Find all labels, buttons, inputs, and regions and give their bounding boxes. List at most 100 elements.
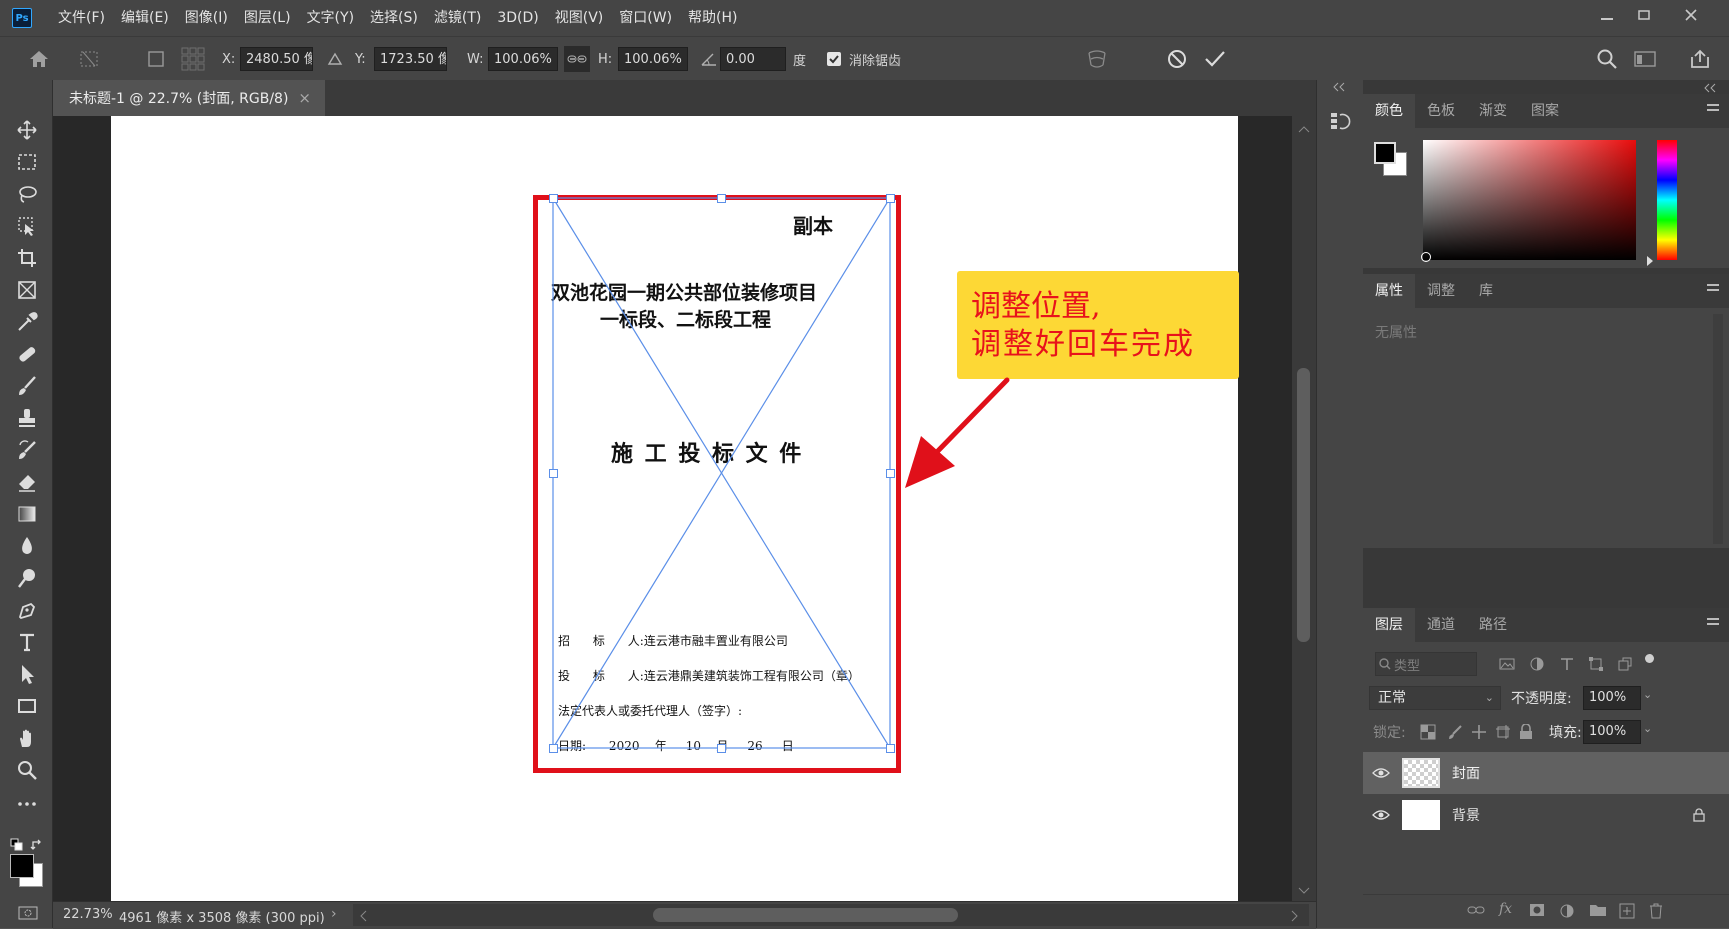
layer-name[interactable]: 背景 bbox=[1452, 805, 1480, 825]
transform-handle-bottom-right[interactable] bbox=[886, 744, 895, 753]
filter-shape-icon[interactable] bbox=[1588, 656, 1604, 676]
vertical-scroll-thumb[interactable] bbox=[1297, 368, 1310, 642]
menu-edit[interactable]: 编辑(E) bbox=[113, 0, 177, 36]
blur-tool-icon[interactable] bbox=[12, 532, 42, 560]
angle-icon[interactable] bbox=[700, 37, 718, 81]
delta-icon[interactable] bbox=[327, 37, 343, 81]
tab-gradients[interactable]: 渐变 bbox=[1467, 94, 1519, 128]
filter-adjustment-icon[interactable] bbox=[1529, 656, 1545, 676]
rectangle-tool-icon[interactable] bbox=[12, 692, 42, 720]
tab-libraries[interactable]: 库 bbox=[1467, 274, 1505, 308]
tab-color[interactable]: 颜色 bbox=[1363, 94, 1415, 128]
collapse-dock-icon[interactable] bbox=[1332, 82, 1346, 95]
cancel-transform-icon[interactable] bbox=[1166, 37, 1188, 81]
hand-tool-icon[interactable] bbox=[12, 724, 42, 752]
lock-pixels-icon[interactable] bbox=[1447, 724, 1463, 744]
y-position-input[interactable]: 1723.50 像 bbox=[374, 47, 447, 71]
scroll-up-icon[interactable] bbox=[1298, 122, 1310, 137]
history-panel-icon[interactable] bbox=[1329, 110, 1351, 136]
tab-adjustments[interactable]: 调整 bbox=[1415, 274, 1467, 308]
filter-pixel-icon[interactable] bbox=[1499, 656, 1515, 676]
x-position-input[interactable]: 2480.50 像 bbox=[240, 47, 313, 71]
hue-slider-marker-icon[interactable] bbox=[1647, 256, 1653, 266]
fill-chevron-icon[interactable]: ⌄ bbox=[1643, 722, 1652, 735]
tab-patterns[interactable]: 图案 bbox=[1519, 94, 1571, 128]
frame-tool-icon[interactable] bbox=[12, 276, 42, 304]
menu-select[interactable]: 选择(S) bbox=[362, 0, 426, 36]
foreground-color-swatch[interactable] bbox=[10, 854, 34, 878]
transform-handle-top[interactable] bbox=[717, 194, 726, 203]
transform-handle-top-left[interactable] bbox=[549, 194, 558, 203]
tab-channels[interactable]: 通道 bbox=[1415, 608, 1467, 642]
color-picker-cursor[interactable] bbox=[1421, 252, 1431, 262]
lock-transparent-icon[interactable] bbox=[1420, 724, 1436, 744]
share-icon[interactable] bbox=[1689, 37, 1711, 81]
status-info-arrow[interactable]: › bbox=[331, 906, 337, 922]
delete-layer-icon[interactable] bbox=[1649, 903, 1663, 919]
panel-menu-icon[interactable] bbox=[1707, 618, 1719, 630]
link-icon[interactable] bbox=[561, 37, 593, 81]
eyedropper-tool-icon[interactable] bbox=[12, 308, 42, 336]
menu-type[interactable]: 文字(Y) bbox=[299, 0, 362, 36]
reference-point-checkbox[interactable] bbox=[147, 37, 165, 81]
layer-lock-icon[interactable] bbox=[1693, 808, 1705, 822]
document-info[interactable]: 4961 像素 x 3508 像素 (300 ppi) bbox=[119, 907, 325, 926]
lock-artboard-icon[interactable] bbox=[1495, 724, 1511, 744]
path-selection-tool-icon[interactable] bbox=[12, 660, 42, 688]
new-layer-icon[interactable] bbox=[1619, 903, 1635, 919]
blend-mode-select[interactable]: 正常 ⌄ bbox=[1369, 686, 1501, 710]
add-mask-icon[interactable] bbox=[1529, 903, 1545, 917]
transform-mode-icon[interactable] bbox=[78, 37, 102, 81]
transform-handle-bottom[interactable] bbox=[717, 744, 726, 753]
document-canvas[interactable]: 副本 双池花园一期公共部位装修项目 一标段、二标段工程 施 工 投 标 文 件 … bbox=[111, 116, 1239, 901]
opacity-chevron-icon[interactable]: ⌄ bbox=[1643, 688, 1652, 701]
layer-thumbnail[interactable] bbox=[1402, 758, 1440, 788]
commit-transform-icon[interactable] bbox=[1203, 37, 1227, 81]
marquee-tool-icon[interactable] bbox=[12, 148, 42, 176]
height-input[interactable]: 100.06% bbox=[618, 47, 688, 71]
home-icon[interactable] bbox=[28, 37, 50, 81]
filter-toggle-icon[interactable] bbox=[1645, 654, 1654, 663]
filter-type-icon[interactable] bbox=[1559, 656, 1575, 676]
workspace-icon[interactable] bbox=[1633, 37, 1657, 81]
close-window-icon[interactable] bbox=[1674, 4, 1708, 26]
warp-mode-icon[interactable] bbox=[1085, 37, 1109, 81]
new-group-icon[interactable] bbox=[1589, 903, 1607, 917]
fill-input[interactable]: 100% bbox=[1583, 720, 1641, 744]
menu-filter[interactable]: 滤镜(T) bbox=[426, 0, 489, 36]
tab-swatches[interactable]: 色板 bbox=[1415, 94, 1467, 128]
layer-effects-icon[interactable]: fx bbox=[1499, 901, 1512, 917]
menu-help[interactable]: 帮助(H) bbox=[680, 0, 745, 36]
vertical-scrollbar[interactable] bbox=[1292, 116, 1316, 901]
brush-tool-icon[interactable] bbox=[12, 372, 42, 400]
gradient-tool-icon[interactable] bbox=[12, 500, 42, 528]
minimize-icon[interactable] bbox=[1590, 4, 1624, 26]
more-tools-icon[interactable] bbox=[12, 790, 42, 818]
healing-brush-tool-icon[interactable] bbox=[12, 340, 42, 368]
zoom-tool-icon[interactable] bbox=[12, 756, 42, 784]
pen-tool-icon[interactable] bbox=[12, 596, 42, 624]
close-tab-icon[interactable]: × bbox=[298, 89, 311, 107]
layer-row-cover[interactable]: 封面 bbox=[1363, 752, 1729, 794]
antialias-checkbox[interactable] bbox=[826, 37, 842, 81]
zoom-level[interactable]: 22.73% bbox=[63, 907, 113, 922]
search-icon[interactable] bbox=[1596, 37, 1618, 81]
width-input[interactable]: 100.06% bbox=[488, 47, 558, 71]
tab-paths[interactable]: 路径 bbox=[1467, 608, 1519, 642]
transform-bounding-box[interactable] bbox=[111, 116, 1238, 901]
horizontal-scroll-thumb[interactable] bbox=[653, 908, 958, 922]
menu-file[interactable]: 文件(F) bbox=[50, 0, 113, 36]
reference-grid-icon[interactable] bbox=[180, 37, 206, 81]
eraser-tool-icon[interactable] bbox=[12, 468, 42, 496]
scroll-left-icon[interactable] bbox=[359, 910, 367, 926]
crop-tool-icon[interactable] bbox=[12, 244, 42, 272]
layer-thumbnail[interactable] bbox=[1402, 800, 1440, 830]
scroll-right-icon[interactable] bbox=[1291, 910, 1299, 926]
menu-3d[interactable]: 3D(D) bbox=[489, 0, 546, 36]
history-brush-tool-icon[interactable] bbox=[12, 436, 42, 464]
scroll-down-icon[interactable] bbox=[1298, 884, 1310, 899]
layer-name[interactable]: 封面 bbox=[1452, 763, 1480, 783]
lasso-tool-icon[interactable] bbox=[12, 180, 42, 208]
stamp-tool-icon[interactable] bbox=[12, 404, 42, 432]
link-layers-icon[interactable] bbox=[1467, 903, 1485, 917]
